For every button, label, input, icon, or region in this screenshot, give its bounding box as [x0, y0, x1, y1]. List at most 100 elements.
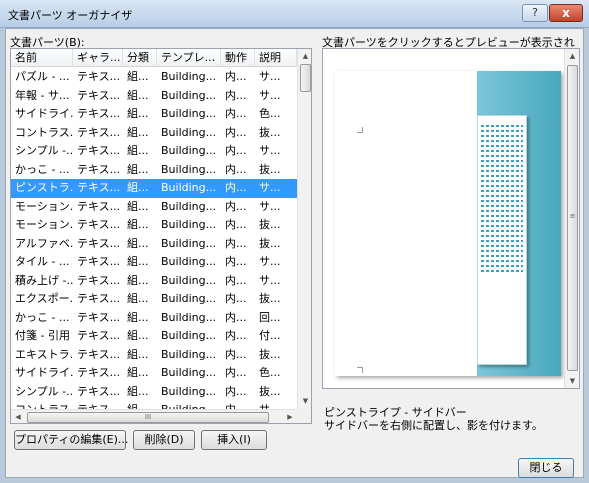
list-row[interactable]: 年報 - サ... テキス... 組... Building... 内... サ... [11, 87, 297, 106]
cell-template: Building... [161, 366, 217, 379]
cell-category: 組... [127, 218, 149, 231]
list-horizontal-scrollbar[interactable]: ◀ III ▶ [11, 409, 297, 423]
scroll-thumb[interactable] [300, 64, 311, 92]
list-row[interactable]: かっこ - ... テキス... 組... Building... 内... 抜... [11, 161, 297, 180]
cell-behavior: 内... [225, 199, 247, 213]
list-row[interactable]: タイル - ... テキス... 組... Building... 内... サ... [11, 253, 297, 272]
cell-description: 色... [259, 107, 281, 120]
scroll-right-arrow-icon[interactable]: ▶ [283, 410, 297, 423]
list-row[interactable]: 付箋 - 引用 テキス... 組... Building... 内... 付... [11, 327, 297, 346]
list-row[interactable]: かっこ - ... テキス... 組... Building... 内... 回... [11, 309, 297, 328]
preview-scroll-thumb[interactable]: ≡ [567, 65, 578, 371]
scroll-down-arrow-icon[interactable]: ▼ [298, 394, 311, 408]
cell-category: 組... [127, 70, 149, 83]
scroll-down-arrow-icon[interactable]: ▼ [565, 374, 580, 388]
scroll-corner [297, 409, 311, 423]
list-rows: パズル - ... テキス... 組... Building... 内... サ... 年報… [11, 68, 297, 420]
list-row[interactable]: ピンストラ... テキス... 組... Building... 内... サ... [11, 179, 297, 198]
cell-category: 組... [127, 125, 149, 139]
list-row[interactable]: エキストラ... テキス... 組... Building... 内... 抜... [11, 346, 297, 365]
column-header-description[interactable]: 説明 [255, 49, 297, 67]
preview-vertical-scrollbar[interactable]: ▲ ≡ ▼ [564, 49, 579, 388]
list-row[interactable]: サイドライ... テキス... 組... Building... 内... 色... [11, 105, 297, 124]
cell-behavior: 内... [225, 255, 247, 268]
column-header-name[interactable]: 名前 [11, 49, 73, 67]
cell-description: サ... [259, 70, 281, 83]
cell-gallery: テキス... [77, 366, 121, 379]
close-button[interactable]: 閉じる [518, 458, 574, 478]
crop-mark-icon [357, 127, 363, 133]
cell-gallery: テキス... [77, 292, 121, 305]
window-title: 文書パーツ オーガナイザ [8, 9, 133, 22]
list-vertical-scrollbar[interactable]: ▲ ▼ [297, 49, 311, 409]
cell-description: 抜... [259, 384, 281, 398]
cell-gallery: テキス... [77, 329, 121, 342]
cell-behavior: 内... [225, 292, 247, 305]
delete-button[interactable]: 削除(D) [133, 430, 195, 450]
cell-name: かっこ - ... [15, 162, 70, 176]
cell-description: 色... [259, 366, 281, 379]
list-row[interactable]: アルファベ... テキス... 組... Building... 内... 抜... [11, 235, 297, 254]
column-header-template[interactable]: テンプレ... [157, 49, 221, 67]
cell-behavior: 内... [225, 347, 247, 361]
cell-gallery: テキス... [77, 144, 121, 157]
cell-template: Building... [161, 310, 217, 324]
list-row[interactable]: モーション... テキス... 組... Building... 内... サ... [11, 198, 297, 217]
cell-gallery: テキス... [77, 70, 121, 83]
cell-description: 抜... [259, 347, 281, 361]
cell-name: タイル - ... [15, 255, 70, 268]
horizontal-scroll-thumb[interactable]: III [27, 412, 269, 423]
cell-template: Building... [161, 273, 217, 287]
building-blocks-list[interactable]: 名前 ギャラ... 分類 テンプレ... 動作 説明 パズル - ... テキス.… [10, 48, 312, 424]
cell-gallery: テキス... [77, 162, 121, 176]
cell-name: シンプル -... [15, 144, 73, 157]
scroll-left-arrow-icon[interactable]: ◀ [11, 410, 25, 423]
column-header-behavior[interactable]: 動作 [221, 49, 255, 67]
cell-category: 組... [127, 88, 149, 102]
list-row[interactable]: エクスポー... テキス... 組... Building... 内... 抜... [11, 290, 297, 309]
cell-template: Building... [161, 162, 217, 176]
insert-button[interactable]: 挿入(I) [201, 430, 267, 450]
cell-category: 組... [127, 255, 149, 268]
cell-description: サ... [259, 88, 281, 102]
preview-pane: ▲ ≡ ▼ [322, 48, 580, 389]
window-close-button[interactable]: x [549, 4, 583, 22]
list-row[interactable]: サイドライ... テキス... 組... Building... 内... 色... [11, 364, 297, 383]
list-row[interactable]: シンプル -... テキス... 組... Building... 内... サ... [11, 142, 297, 161]
cell-gallery: テキス... [77, 236, 121, 250]
cell-gallery: テキス... [77, 88, 121, 102]
cell-name: アルファベ... [15, 236, 73, 250]
cell-gallery: テキス... [77, 384, 121, 398]
list-row[interactable]: コントラス... テキス... 組... Building... 内... 抜... [11, 124, 297, 143]
cell-gallery: テキス... [77, 125, 121, 139]
edit-properties-button[interactable]: プロパティの編集(E)... [14, 430, 128, 450]
column-header-gallery[interactable]: ギャラ... [73, 49, 123, 67]
cell-gallery: テキス... [77, 310, 121, 324]
help-button[interactable]: ? [522, 4, 548, 22]
list-row[interactable]: モーション... テキス... 組... Building... 内... 抜... [11, 216, 297, 235]
scroll-up-arrow-icon[interactable]: ▲ [298, 49, 311, 63]
cell-description: サ... [259, 199, 281, 213]
cell-gallery: テキス... [77, 218, 121, 231]
cell-category: 組... [127, 273, 149, 287]
cell-description: 抜... [259, 125, 281, 139]
column-header-category[interactable]: 分類 [123, 49, 157, 67]
cell-category: 組... [127, 181, 149, 194]
cell-name: コントラス... [15, 125, 73, 139]
cell-description: 付... [259, 329, 281, 342]
cell-behavior: 内... [225, 366, 247, 379]
cell-description: サ... [259, 255, 281, 268]
cell-name: モーション... [15, 199, 73, 213]
cell-behavior: 内... [225, 218, 247, 231]
list-row[interactable]: 積み上げ -... テキス... 組... Building... 内... サ... [11, 272, 297, 291]
cell-gallery: テキス... [77, 181, 121, 194]
list-row[interactable]: シンプル -... テキス... 組... Building... 内... 抜... [11, 383, 297, 402]
cell-name: パズル - ... [15, 70, 70, 83]
cell-name: 年報 - サ... [15, 88, 70, 102]
list-row[interactable]: パズル - ... テキス... 組... Building... 内... サ... [11, 68, 297, 87]
cell-description: サ... [259, 273, 281, 287]
scroll-up-arrow-icon[interactable]: ▲ [565, 49, 580, 63]
cell-name: モーション... [15, 218, 73, 231]
cell-category: 組... [127, 162, 149, 176]
cell-category: 組... [127, 292, 149, 305]
